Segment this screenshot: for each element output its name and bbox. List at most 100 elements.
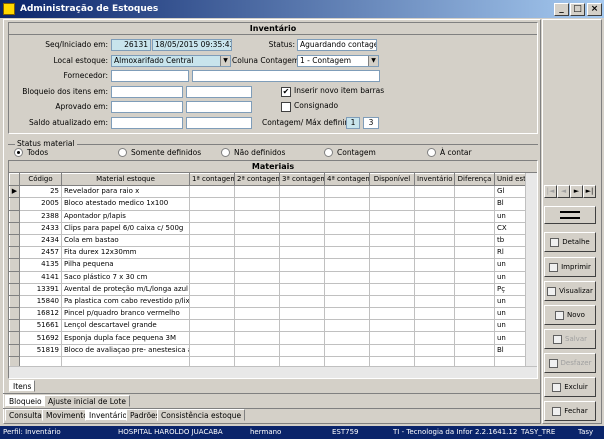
cell-codigo[interactable]: 15840 xyxy=(19,294,62,309)
cell-codigo[interactable]: 51819 xyxy=(19,343,62,357)
radio-a-contar[interactable] xyxy=(427,148,436,157)
cell-codigo[interactable]: 51661 xyxy=(19,319,62,333)
cell-codigo[interactable]: 2457 xyxy=(19,246,62,260)
excluir-button[interactable]: Excluir xyxy=(544,377,596,397)
saldo-date-field[interactable] xyxy=(111,117,183,129)
cell-diferenca[interactable] xyxy=(454,246,495,260)
cell-material[interactable]: Saco plástico 7 x 30 cm xyxy=(61,270,190,284)
row-indicator[interactable] xyxy=(9,258,20,272)
cell-contagem-2[interactable] xyxy=(234,343,280,357)
chevron-down-icon[interactable]: ▼ xyxy=(368,56,378,66)
cell-inventario[interactable] xyxy=(414,307,455,321)
cell-contagem-1[interactable] xyxy=(189,221,235,235)
grid-hscrollbar[interactable] xyxy=(9,366,537,378)
tab-consulta[interactable]: Consulta xyxy=(5,409,46,421)
col-disponivel[interactable]: Disponível xyxy=(369,172,415,187)
cell-material[interactable]: Pincel p/quadro branco vermelho xyxy=(61,307,190,321)
cell-diferenca[interactable] xyxy=(454,185,495,199)
row-indicator[interactable] xyxy=(9,282,20,296)
radio-contagem[interactable] xyxy=(324,148,333,157)
cell-contagem-2[interactable] xyxy=(234,209,280,223)
cell-contagem-1[interactable] xyxy=(189,319,235,333)
cell-diferenca[interactable] xyxy=(454,294,495,309)
cell-diferenca[interactable] xyxy=(454,307,495,321)
cell-codigo[interactable]: 25 xyxy=(19,185,62,199)
cell-unid[interactable]: un xyxy=(494,319,526,333)
cell-diferenca[interactable] xyxy=(454,197,495,211)
cell-material[interactable]: Bloco de avaliaçao pre- anestesica ambul… xyxy=(61,343,190,357)
cell-material[interactable]: Avental de proteção m/L/longa azul claro xyxy=(61,282,190,296)
cell-unid[interactable]: Bl xyxy=(494,343,526,357)
cell-diferenca[interactable] xyxy=(454,343,495,357)
cell-unid[interactable]: un xyxy=(494,209,526,223)
cell-unid[interactable]: CX xyxy=(494,221,526,235)
cell-contagem-1[interactable] xyxy=(189,270,235,284)
row-indicator[interactable] xyxy=(9,246,20,260)
cell-contagem-3[interactable] xyxy=(279,209,325,223)
cell-unid[interactable]: Pç xyxy=(494,282,526,296)
cell-inventario[interactable] xyxy=(414,221,455,235)
cell-unid[interactable]: un xyxy=(494,307,526,321)
cell-contagem-2[interactable] xyxy=(234,331,280,345)
cell-codigo[interactable]: 2005 xyxy=(19,197,62,211)
cell-contagem-3[interactable] xyxy=(279,294,325,309)
col-contagem-2[interactable]: 2ª contagem xyxy=(234,172,280,187)
table-row[interactable]: 51819 Bloco de avaliaçao pre- anestesica … xyxy=(9,343,526,357)
cell-inventario[interactable] xyxy=(414,270,455,284)
visualizar-button[interactable]: Visualizar xyxy=(544,281,596,301)
row-indicator[interactable] xyxy=(9,331,20,345)
cell-disponivel[interactable] xyxy=(369,270,415,284)
col-unid-estoque[interactable]: Unid esto xyxy=(494,172,526,187)
col-contagem-3[interactable]: 3ª contagem xyxy=(279,172,325,187)
cell-diferenca[interactable] xyxy=(454,319,495,333)
table-row[interactable]: 4141 Saco plástico 7 x 30 cm un xyxy=(9,270,526,284)
inserir-checkbox[interactable]: ✔ xyxy=(281,87,291,97)
cell-contagem-3[interactable] xyxy=(279,185,325,199)
cell-diferenca[interactable] xyxy=(454,233,495,248)
cell-unid[interactable]: Bl xyxy=(494,197,526,211)
cell-contagem-4[interactable] xyxy=(324,343,370,357)
cell-contagem-1[interactable] xyxy=(189,233,235,248)
cell-diferenca[interactable] xyxy=(454,209,495,223)
cell-contagem-1[interactable] xyxy=(189,197,235,211)
minimize-button[interactable]: _ xyxy=(554,3,569,16)
cell-inventario[interactable] xyxy=(414,209,455,223)
cell-contagem-3[interactable] xyxy=(279,331,325,345)
cell-contagem-1[interactable] xyxy=(189,209,235,223)
cell-contagem-3[interactable] xyxy=(279,221,325,235)
consignado-checkbox[interactable] xyxy=(281,102,291,112)
grid-vscrollbar[interactable] xyxy=(525,173,537,366)
cell-disponivel[interactable] xyxy=(369,221,415,235)
detalhe-button[interactable]: Detalhe xyxy=(544,232,596,252)
cell-contagem-2[interactable] xyxy=(234,307,280,321)
cell-contagem-2[interactable] xyxy=(234,197,280,211)
row-indicator[interactable]: ▶ xyxy=(9,185,20,199)
cell-disponivel[interactable] xyxy=(369,294,415,309)
cell-contagem-4[interactable] xyxy=(324,294,370,309)
row-indicator[interactable] xyxy=(9,294,20,309)
cell-disponivel[interactable] xyxy=(369,233,415,248)
cell-contagem-1[interactable] xyxy=(189,185,235,199)
table-row[interactable]: 4135 Pilha pequena un xyxy=(9,258,526,272)
cell-inventario[interactable] xyxy=(414,185,455,199)
cell-contagem-2[interactable] xyxy=(234,258,280,272)
cell-contagem-1[interactable] xyxy=(189,343,235,357)
last-record-button[interactable]: ►| xyxy=(583,185,596,198)
cell-contagem-2[interactable] xyxy=(234,233,280,248)
cell-inventario[interactable] xyxy=(414,343,455,357)
salvar-button[interactable]: Salvar xyxy=(544,329,596,349)
fornecedor-code-field[interactable] xyxy=(111,70,189,82)
cell-contagem-2[interactable] xyxy=(234,282,280,296)
cell-unid[interactable]: Gl xyxy=(494,185,526,199)
table-row[interactable]: 15840 Pa plastica com cabo revestido p/li… xyxy=(9,294,526,309)
cell-codigo[interactable]: 51692 xyxy=(19,331,62,345)
cell-contagem-4[interactable] xyxy=(324,307,370,321)
fornecedor-name-field[interactable] xyxy=(192,70,380,82)
table-row[interactable]: 51692 Esponja dupla face pequena 3M un xyxy=(9,331,526,345)
cell-inventario[interactable] xyxy=(414,319,455,333)
row-indicator[interactable] xyxy=(9,209,20,223)
cell-diferenca[interactable] xyxy=(454,270,495,284)
cell-contagem-3[interactable] xyxy=(279,343,325,357)
cell-contagem-2[interactable] xyxy=(234,221,280,235)
cell-codigo[interactable]: 2434 xyxy=(19,233,62,248)
